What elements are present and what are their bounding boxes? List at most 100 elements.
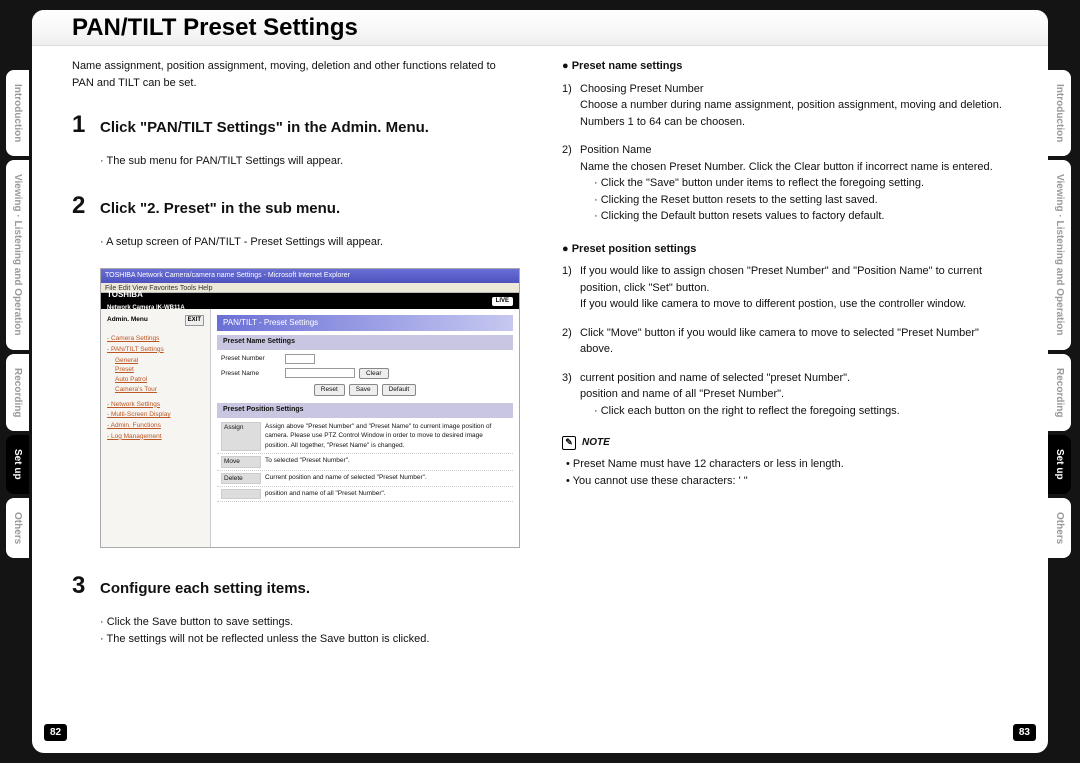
step-number: 3	[72, 568, 100, 604]
step-text: Click "2. Preset" in the sub menu.	[100, 198, 514, 221]
row-empty	[221, 489, 261, 499]
row-move-desc: To selected "Preset Number".	[261, 456, 509, 468]
note-box: ✎ NOTE Preset Name must have 12 characte…	[562, 435, 1008, 489]
preset-name-header: Preset Name Settings	[217, 335, 513, 350]
sub-bullet: Click the "Save" button under items to r…	[594, 177, 924, 189]
preset-number-label: Preset Number	[221, 354, 281, 364]
default-button[interactable]: Default	[382, 384, 417, 396]
note-2: You cannot use these characters: ' "	[566, 473, 1008, 490]
step-text: Configure each setting items.	[100, 578, 514, 601]
preset-name-label: Preset Name	[221, 369, 281, 379]
right-column: Preset name settings 1)Choosing Preset N…	[538, 10, 1048, 753]
sub-bullet: Clicking the Default button resets value…	[594, 210, 884, 222]
page-title: PAN/TILT Preset Settings	[72, 14, 1008, 42]
tab-introduction-r[interactable]: Introduction	[1048, 70, 1071, 156]
tabs-right: Introduction Viewing · Listening and Ope…	[1048, 70, 1074, 562]
tab-viewing[interactable]: Viewing · Listening and Operation	[6, 160, 29, 350]
step-2: 2 Click "2. Preset" in the sub menu.	[72, 188, 514, 224]
step-1-bullet: The sub menu for PAN/TILT Settings will …	[100, 153, 514, 170]
item-desc: position and name of all "Preset Number"…	[580, 388, 784, 400]
menu-camera-settings[interactable]: - Camera Settings	[107, 334, 204, 344]
sub-bullet: Clicking the Reset button resets to the …	[594, 194, 878, 206]
row-move[interactable]: Move	[221, 456, 261, 468]
step-3: 3 Configure each setting items.	[72, 568, 514, 604]
left-column: Name assignment, position assignment, mo…	[32, 10, 538, 753]
tabs-left: Introduction Viewing · Listening and Ope…	[6, 70, 32, 562]
row-assign[interactable]: Assign	[221, 422, 261, 451]
tab-recording-r[interactable]: Recording	[1048, 354, 1071, 431]
step-1: 1 Click "PAN/TILT Settings" in the Admin…	[72, 107, 514, 143]
item-text: Choosing Preset Number	[580, 83, 704, 95]
item-num: 3)	[562, 370, 580, 420]
tab-others[interactable]: Others	[6, 498, 29, 558]
item-num: 2)	[562, 325, 580, 358]
sub-bullet: Click each button on the right to reflec…	[594, 405, 900, 417]
menu-auto-patrol[interactable]: Auto Patrol	[115, 375, 204, 385]
pencil-icon: ✎	[562, 436, 576, 450]
preset-name-settings-heading: Preset name settings	[562, 58, 1008, 75]
menu-preset[interactable]: Preset	[115, 365, 204, 375]
tab-recording[interactable]: Recording	[6, 354, 29, 431]
step-2-bullet: A setup screen of PAN/TILT - Preset Sett…	[100, 234, 514, 251]
page-spread: PAN/TILT Preset Settings Introduction Vi…	[32, 10, 1048, 753]
brand-label: TOSHIBA	[107, 290, 143, 299]
tab-set-up[interactable]: Set up	[6, 435, 29, 494]
menu-pantilt-settings[interactable]: - PAN/TILT Settings	[107, 345, 204, 355]
menu-multiscreen[interactable]: - Multi-Screen Display	[107, 410, 204, 420]
preset-position-header: Preset Position Settings	[217, 403, 513, 418]
item-desc2: Numbers 1 to 64 can be choosen.	[580, 116, 745, 128]
exit-button[interactable]: EXIT	[185, 315, 204, 326]
step-3-body: Click the Save button to save settings. …	[100, 614, 514, 647]
clear-button[interactable]: Clear	[359, 368, 389, 380]
step-3-bullet-1: Click the Save button to save settings.	[100, 614, 514, 631]
item-text: Click "Move" button if you would like ca…	[580, 325, 1008, 358]
item-text: If you would like to assign chosen "Pres…	[580, 265, 982, 294]
menu-network-settings[interactable]: - Network Settings	[107, 400, 204, 410]
tab-set-up-r[interactable]: Set up	[1048, 435, 1071, 494]
step-2-body: A setup screen of PAN/TILT - Preset Sett…	[100, 234, 514, 251]
menu-general[interactable]: General	[115, 356, 204, 366]
menu-admin-functions[interactable]: - Admin. Functions	[107, 421, 204, 431]
item-desc: Choose a number during name assignment, …	[580, 99, 1002, 111]
screenshot-preset-settings: TOSHIBA Network Camera/camera name Setti…	[100, 268, 520, 548]
settings-area: PAN/TILT - Preset Settings Preset Name S…	[211, 309, 519, 548]
item-desc: If you would like camera to move to diff…	[580, 298, 966, 310]
item-text: Position Name	[580, 144, 652, 156]
menu-cameras-tour[interactable]: Camera's Tour	[115, 385, 204, 395]
item-desc: Name the chosen Preset Number. Click the…	[580, 161, 993, 173]
step-text: Click "PAN/TILT Settings" in the Admin. …	[100, 117, 514, 140]
intro-text: Name assignment, position assignment, mo…	[72, 58, 514, 91]
preset-number-select[interactable]	[285, 354, 315, 364]
title-bar: PAN/TILT Preset Settings	[32, 10, 1048, 46]
preset-position-settings-heading: Preset position settings	[562, 241, 1008, 258]
camera-header: TOSHIBA Network Camera IK-WB11A LIVE	[101, 293, 519, 309]
row-delete-desc: Current position and name of selected "P…	[261, 473, 509, 485]
row-delete[interactable]: Delete	[221, 473, 261, 485]
browser-title-bar: TOSHIBA Network Camera/camera name Setti…	[101, 269, 519, 283]
admin-menu: Admin. Menu EXIT - Camera Settings - PAN/…	[101, 309, 211, 548]
reset-button[interactable]: Reset	[314, 384, 345, 396]
admin-menu-header: Admin. Menu	[107, 315, 148, 326]
row-all-desc: position and name of all "Preset Number"…	[261, 489, 509, 499]
page-number-left: 82	[44, 724, 67, 741]
tab-others-r[interactable]: Others	[1048, 498, 1071, 558]
save-button[interactable]: Save	[349, 384, 378, 396]
step-1-body: The sub menu for PAN/TILT Settings will …	[100, 153, 514, 170]
step-number: 2	[72, 188, 100, 224]
preset-name-input[interactable]	[285, 368, 355, 378]
note-label: NOTE	[582, 435, 610, 450]
item-num: 2)	[562, 142, 580, 225]
item-text: current position and name of selected "p…	[580, 372, 850, 384]
row-assign-desc: Assign above "Preset Number" and "Preset…	[261, 422, 509, 451]
menu-log-management[interactable]: - Log Management	[107, 432, 204, 442]
step-3-bullet-2: The settings will not be reflected unles…	[100, 631, 514, 648]
tab-viewing-r[interactable]: Viewing · Listening and Operation	[1048, 160, 1071, 350]
live-button[interactable]: LIVE	[492, 297, 513, 306]
item-num: 1)	[562, 263, 580, 313]
note-1: Preset Name must have 12 characters or l…	[566, 456, 1008, 473]
step-number: 1	[72, 107, 100, 143]
page-number-right: 83	[1013, 724, 1036, 741]
tab-introduction[interactable]: Introduction	[6, 70, 29, 156]
item-num: 1)	[562, 81, 580, 131]
section-header: PAN/TILT - Preset Settings	[217, 315, 513, 331]
